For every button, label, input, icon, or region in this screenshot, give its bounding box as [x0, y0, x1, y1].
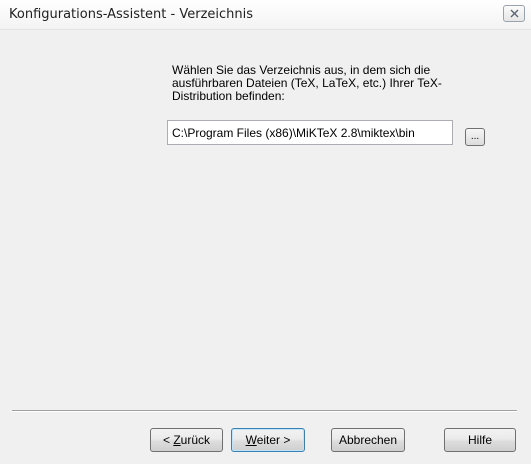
browse-button[interactable]: ... [465, 128, 485, 146]
cancel-button[interactable]: Abbrechen [331, 428, 405, 452]
wizard-window: Konfigurations-Assistent - Verzeichnis W… [0, 0, 531, 464]
back-button-accel: Z [173, 433, 181, 447]
close-icon [510, 9, 518, 18]
next-button[interactable]: Weiter > [231, 428, 305, 452]
wizard-content: Wählen Sie das Verzeichnis aus, in dem s… [0, 30, 531, 464]
instruction-text: Wählen Sie das Verzeichnis aus, in dem s… [172, 63, 442, 103]
window-title: Konfigurations-Assistent - Verzeichnis [9, 7, 254, 22]
help-button[interactable]: Hilfe [444, 428, 516, 452]
back-button[interactable]: < Zurück [150, 428, 223, 452]
back-button-prefix: < [162, 433, 174, 447]
separator [12, 410, 517, 412]
next-button-accel: W [245, 433, 257, 447]
next-button-label: eiter > [256, 433, 291, 447]
back-button-label: urück [180, 433, 211, 447]
directory-path-input[interactable] [167, 120, 453, 145]
title-bar[interactable]: Konfigurations-Assistent - Verzeichnis [0, 0, 531, 30]
close-button[interactable] [503, 5, 525, 22]
